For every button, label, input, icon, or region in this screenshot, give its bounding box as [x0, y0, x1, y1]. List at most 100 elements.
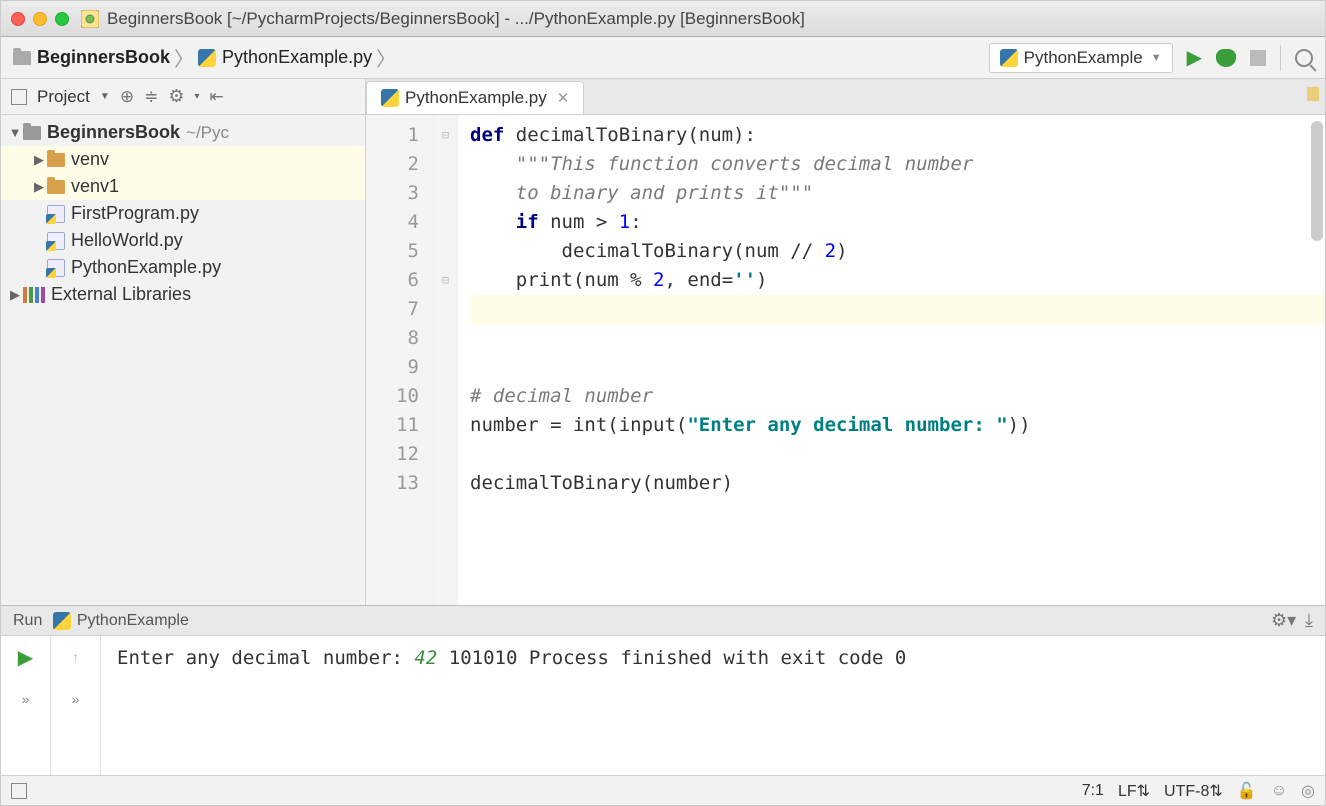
gear-icon[interactable]: ⚙▾: [1271, 610, 1296, 631]
fold-marker-icon[interactable]: ⊟: [434, 266, 457, 295]
ide-fatigue-icon[interactable]: ☺: [1271, 782, 1287, 800]
editor-tab-label: PythonExample.py: [405, 88, 547, 108]
line-number: 8: [366, 324, 419, 353]
arrow-down-icon[interactable]: ▼: [7, 125, 23, 140]
pycharm-app-icon: [81, 10, 99, 28]
python-file-icon: [47, 205, 65, 223]
python-file-icon: [1000, 49, 1018, 67]
inspection-marker[interactable]: [1307, 87, 1319, 101]
line-number: 1: [366, 121, 419, 150]
run-button[interactable]: ▶: [1187, 45, 1202, 70]
minimize-window-icon[interactable]: [33, 12, 47, 26]
python-file-icon: [53, 612, 71, 630]
editor-tab[interactable]: PythonExample.py ✕: [366, 81, 584, 114]
tree-file[interactable]: PythonExample.py: [1, 254, 365, 281]
python-file-icon: [381, 89, 399, 107]
breadcrumb-file: PythonExample.py: [222, 47, 372, 68]
window-title: BeginnersBook [~/PycharmProjects/Beginne…: [107, 9, 805, 29]
run-config-label: PythonExample: [1024, 48, 1143, 68]
window-controls: [11, 12, 69, 26]
chevron-right-icon: 〉: [174, 43, 194, 72]
line-separator[interactable]: LF⇅: [1118, 781, 1150, 801]
more-button[interactable]: »: [51, 678, 100, 720]
python-file-icon: [47, 232, 65, 250]
project-heading[interactable]: Project: [37, 87, 90, 107]
arrow-right-icon[interactable]: ▶: [31, 152, 47, 168]
up-button[interactable]: ↑: [51, 636, 100, 678]
run-side-toolbar-right: ↑ »: [51, 636, 101, 775]
search-everywhere-icon[interactable]: [1295, 49, 1313, 67]
export-icon[interactable]: ⤓: [1305, 610, 1313, 631]
tree-file[interactable]: HelloWorld.py: [1, 227, 365, 254]
code-token: print(num %: [516, 269, 653, 291]
file-encoding[interactable]: UTF-8⇅: [1164, 781, 1223, 801]
line-number: 3: [366, 179, 419, 208]
source-text[interactable]: def decimalToBinary(num): """This functi…: [458, 115, 1325, 605]
current-line-highlight: [470, 295, 1325, 324]
debug-button[interactable]: [1216, 49, 1236, 67]
python-file-icon: [198, 49, 216, 67]
chevron-right-icon: 〉: [376, 43, 396, 72]
run-body: ▶ » ↑ » Enter any decimal number: 42 101…: [1, 636, 1325, 775]
gear-icon[interactable]: ⚙: [168, 86, 184, 107]
code-token: if: [516, 211, 539, 233]
hide-toolwindow-icon[interactable]: ⇤: [210, 87, 224, 107]
readonly-lock-icon[interactable]: 🔓: [1237, 781, 1257, 801]
code-token: "Enter any decimal number: ": [687, 414, 1007, 436]
run-toolwindow-header[interactable]: Run PythonExample ⚙▾ ⤓: [1, 606, 1325, 636]
code-token: '': [733, 269, 756, 291]
line-number: 5: [366, 237, 419, 266]
zoom-window-icon[interactable]: [55, 12, 69, 26]
close-tab-icon[interactable]: ✕: [557, 89, 570, 107]
project-toolwindow-header: Project▼ ⊕ ≑ ⚙▾ ⇤: [1, 79, 365, 115]
locate-icon[interactable]: ⊕: [120, 87, 134, 107]
breadcrumb-root: BeginnersBook: [37, 47, 170, 68]
tree-label: venv: [71, 149, 109, 170]
line-number: 6: [366, 266, 419, 295]
caret-position[interactable]: 7:1: [1082, 782, 1104, 800]
console-output[interactable]: Enter any decimal number: 42 101010 Proc…: [101, 636, 1325, 775]
editor-tabs: PythonExample.py ✕: [366, 79, 1325, 115]
project-name: BeginnersBook: [47, 122, 180, 143]
stop-button[interactable]: [1250, 50, 1266, 66]
code-token: ): [836, 240, 847, 262]
external-libraries-node[interactable]: ▶ External Libraries: [1, 281, 365, 308]
run-config-name: PythonExample: [77, 612, 189, 630]
rerun-button[interactable]: ▶: [1, 636, 50, 678]
arrow-right-icon[interactable]: ▶: [31, 179, 47, 195]
toolwindow-quick-access-icon[interactable]: [11, 783, 27, 799]
tree-file[interactable]: FirstProgram.py: [1, 200, 365, 227]
line-number: 7: [366, 295, 419, 324]
chevron-down-icon[interactable]: ▼: [100, 91, 110, 102]
tree-folder-venv[interactable]: ▶ venv: [1, 146, 365, 173]
line-number: 9: [366, 353, 419, 382]
run-label: Run: [13, 612, 42, 630]
line-number: 2: [366, 150, 419, 179]
code-editor[interactable]: 1 2 3 4 5 6 7 8 9 10 11 12 13 ⊟ ⊟ def de…: [366, 115, 1325, 605]
breadcrumb[interactable]: BeginnersBook 〉 PythonExample.py 〉: [13, 43, 400, 72]
fold-marker-icon[interactable]: ⊟: [434, 121, 457, 150]
tree-label: HelloWorld.py: [71, 230, 183, 251]
arrow-right-icon[interactable]: ▶: [7, 287, 23, 303]
close-window-icon[interactable]: [11, 12, 25, 26]
tree-folder-venv1[interactable]: ▶ venv1: [1, 173, 365, 200]
tree-label: venv1: [71, 176, 119, 197]
line-number: 4: [366, 208, 419, 237]
collapse-icon[interactable]: ≑: [144, 87, 158, 107]
project-tree[interactable]: ▼ BeginnersBook ~/Pyc ▶ venv ▶ venv1 Fir…: [1, 115, 365, 312]
status-bar: 7:1 LF⇅ UTF-8⇅ 🔓 ☺ ◎: [1, 775, 1325, 805]
fold-gutter[interactable]: ⊟ ⊟: [434, 115, 458, 605]
folder-icon: [47, 180, 65, 194]
project-view-icon[interactable]: [11, 89, 27, 105]
run-config-selector[interactable]: PythonExample ▼: [989, 43, 1173, 73]
project-root-node[interactable]: ▼ BeginnersBook ~/Pyc: [1, 119, 365, 146]
notifications-icon[interactable]: ◎: [1301, 781, 1315, 801]
editor-scrollbar[interactable]: [1311, 121, 1323, 241]
code-token: num >: [539, 211, 619, 233]
code-token: """This function converts decimal number: [516, 153, 974, 175]
more-button[interactable]: »: [1, 678, 50, 720]
line-number-gutter[interactable]: 1 2 3 4 5 6 7 8 9 10 11 12 13: [366, 115, 434, 605]
editor-area: PythonExample.py ✕ 1 2 3 4 5 6 7 8 9 10 …: [366, 79, 1325, 605]
folder-icon: [47, 153, 65, 167]
code-token: 1: [619, 211, 630, 233]
